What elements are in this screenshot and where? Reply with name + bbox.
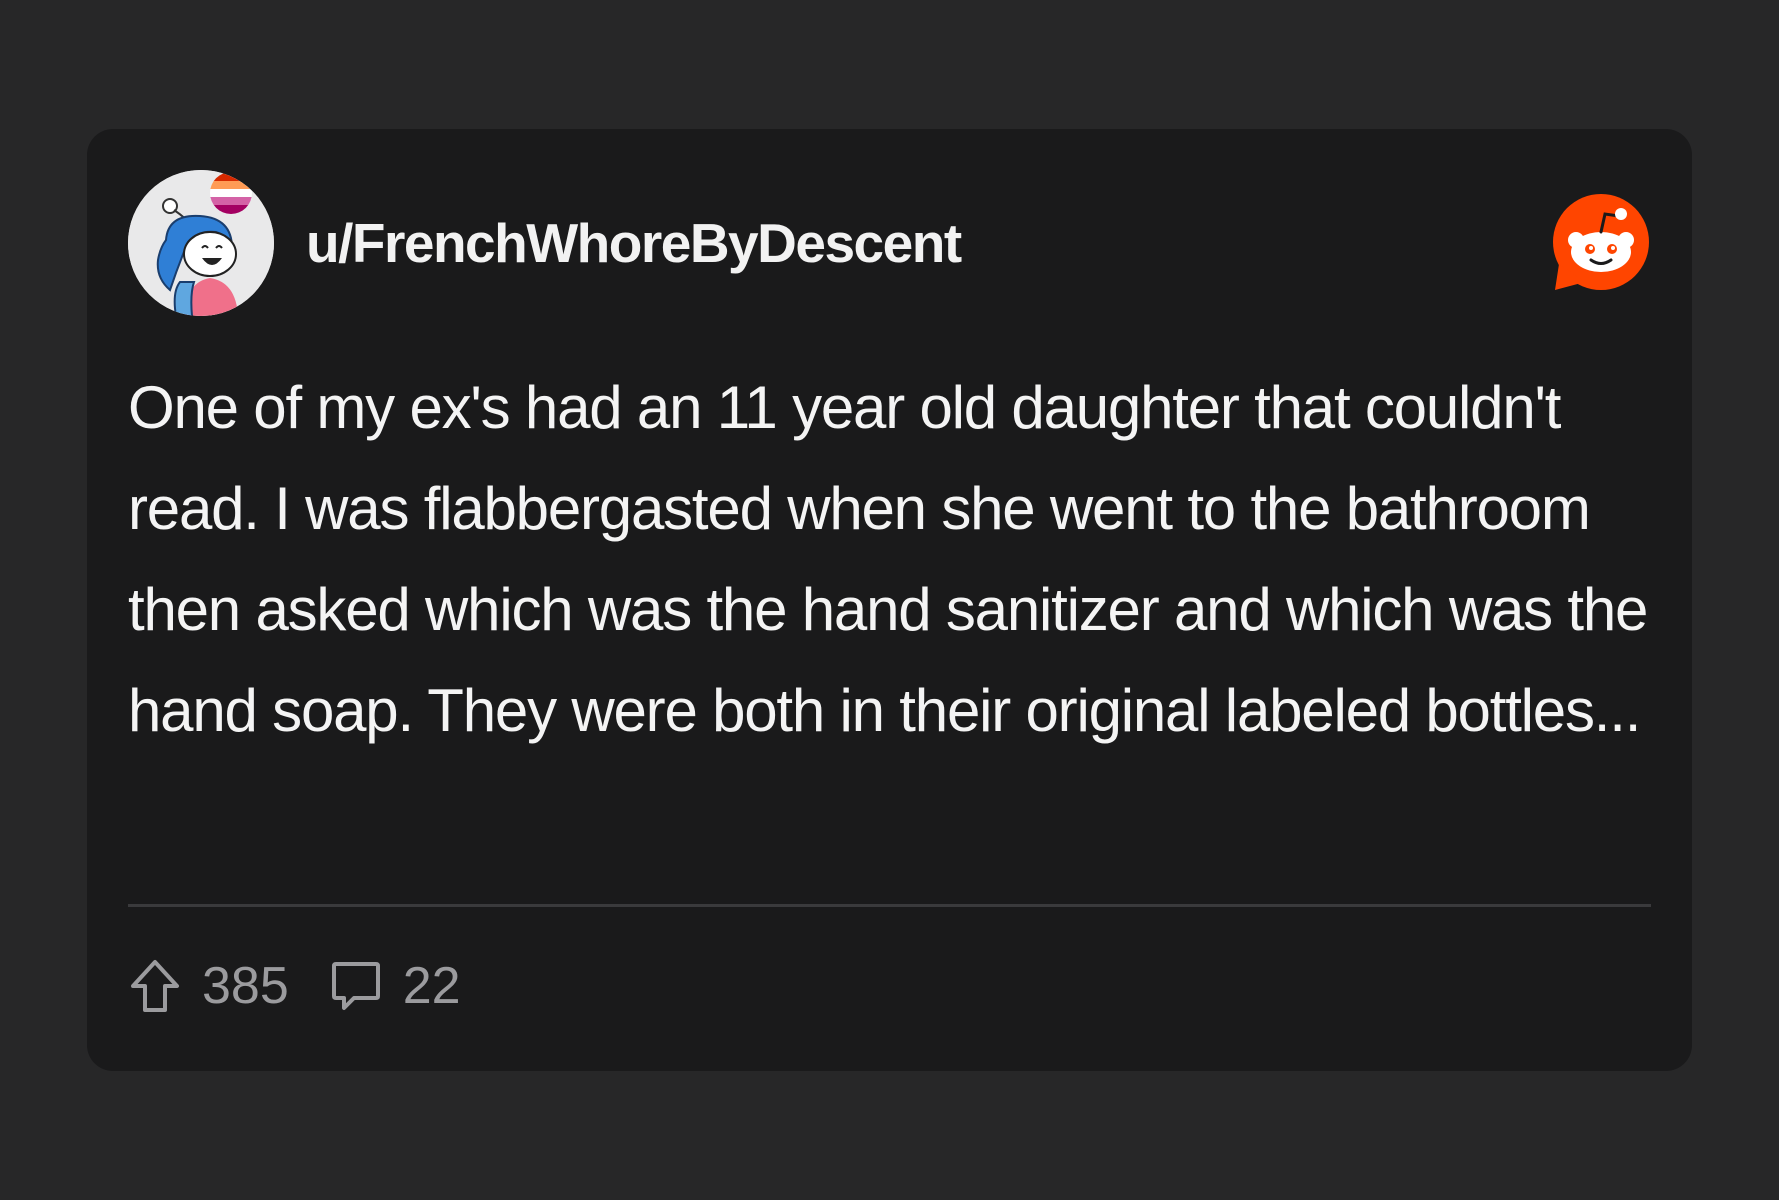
reddit-logo-icon — [1553, 194, 1649, 290]
post-card[interactable]: u/FrenchWhoreByDescent One of my ex's ha… — [87, 129, 1692, 1071]
snoo-avatar-icon — [128, 170, 274, 316]
post-header: u/FrenchWhoreByDescent — [128, 170, 1651, 316]
comment-bubble-icon[interactable] — [329, 957, 383, 1015]
post-body: One of my ex's had an 11 year old daught… — [128, 374, 1648, 744]
upvote-arrow-icon[interactable] — [128, 957, 182, 1015]
comment-count: 22 — [402, 957, 461, 1015]
post-actions: 385 22 — [128, 951, 501, 1021]
post-username[interactable]: u/FrenchWhoreByDescent — [306, 215, 962, 271]
user-avatar[interactable] — [128, 170, 274, 316]
upvote-count: 385 — [202, 957, 289, 1015]
divider — [128, 904, 1651, 907]
